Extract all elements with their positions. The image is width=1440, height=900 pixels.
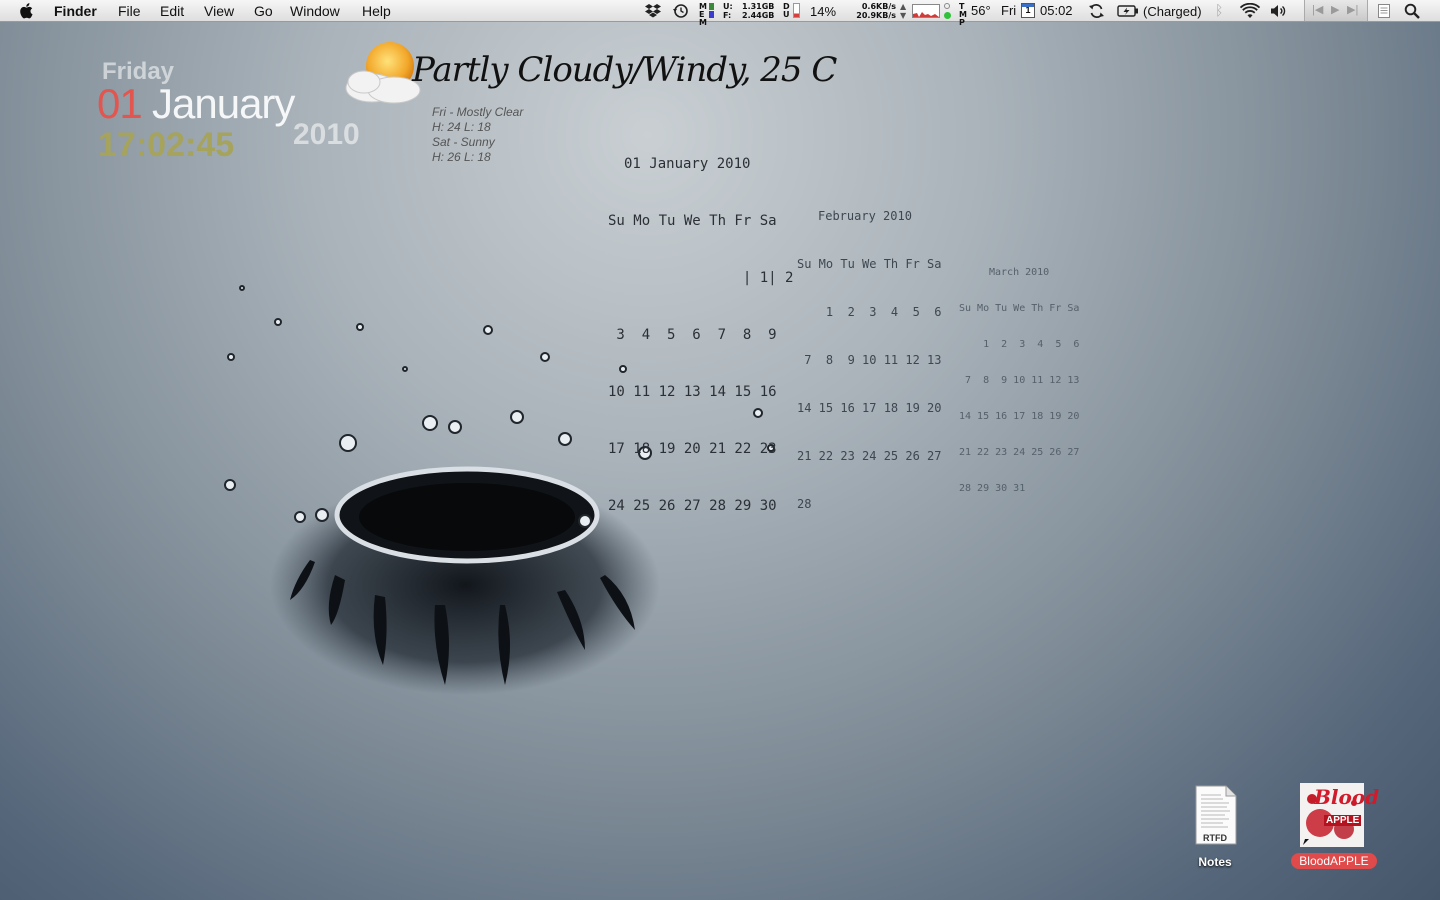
- memory-letters: M E M: [699, 2, 707, 27]
- bloodapple-art-subtitle: APPLE: [1324, 815, 1362, 826]
- calendar-week-row: 1 2 3 4 5 6: [797, 305, 942, 319]
- calendar-weekday-header: Su Mo Tu We Th Fr Sa: [959, 303, 1080, 314]
- calendar-week-row: 28 29 30 31: [959, 483, 1026, 494]
- desktop-icon-bloodapple[interactable]: Blood APPLE BloodAPPLE: [1284, 783, 1384, 873]
- calendar-week-row: 3 4 5 6 7 8 9: [608, 327, 777, 343]
- forecast-day-2-temps: H: 26 L: 18: [432, 150, 491, 164]
- memory-free-label: F:: [723, 11, 732, 20]
- calendar-week-row: 17 18 19 20 21 22 23: [608, 441, 777, 457]
- memory-used-label: U:: [723, 2, 733, 11]
- calendar-week-row: 21 22 23 24 25 26 27: [959, 447, 1080, 458]
- menu-help[interactable]: Help: [362, 3, 391, 19]
- calendar-icon-day: 1: [1025, 5, 1031, 15]
- calendar-week-row: 7 8 9 10 11 12 13: [959, 375, 1080, 386]
- calendar-week-row: 1 2 3 4 5 6: [959, 339, 1080, 350]
- calendar-march: March 2010 Su Mo Tu We Th Fr Sa 1 2 3 4 …: [959, 243, 1079, 507]
- bluetooth-icon[interactable]: ᛒ: [1215, 2, 1223, 18]
- notes-menu-icon[interactable]: [1378, 4, 1390, 18]
- calendar-title: March 2010: [989, 267, 1050, 278]
- calendar-week-row: 10 11 12 13 14 15 16: [608, 384, 777, 400]
- network-graph[interactable]: [912, 4, 940, 18]
- memory-free-value[interactable]: 2.44GB: [742, 12, 774, 20]
- date-widget-year: 2010: [293, 118, 360, 151]
- disk-usage-bar[interactable]: [793, 3, 800, 18]
- date-widget-day-number: 01: [97, 80, 143, 127]
- calendar-weekday-header: Su Mo Tu We Th Fr Sa: [608, 213, 777, 229]
- desktop-icon-label: Notes: [1198, 855, 1232, 869]
- memory-used-bar: [709, 3, 714, 10]
- forecast-day-2: Sat - Sunny: [432, 135, 495, 149]
- battery-icon[interactable]: [1117, 5, 1139, 17]
- menubar-day[interactable]: Fri: [1001, 3, 1016, 18]
- play-icon[interactable]: ▶: [1331, 3, 1339, 16]
- weather-condition: Partly Cloudy/Windy, 25 C: [412, 50, 837, 90]
- media-controls: |◀ ▶ ▶|: [1304, 0, 1368, 21]
- bloodapple-thumbnail: Blood APPLE: [1300, 783, 1379, 847]
- spotlight-icon[interactable]: [1404, 3, 1420, 19]
- cpu-usage[interactable]: 14%: [810, 4, 836, 19]
- desktop-icon-label: BloodAPPLE: [1291, 853, 1377, 869]
- dropbox-icon[interactable]: [645, 3, 661, 18]
- calendar-week-row: 14 15 16 17 18 19 20: [797, 401, 942, 415]
- menu-window[interactable]: Window: [290, 3, 340, 19]
- menu-file[interactable]: File: [118, 3, 141, 19]
- memory-free-bar: [709, 11, 714, 18]
- apple-icon[interactable]: [17, 2, 37, 20]
- volume-icon[interactable]: [1270, 4, 1288, 18]
- forecast-day-1-temps: H: 24 L: 18: [432, 120, 491, 134]
- rtfd-badge: RTFD: [1203, 833, 1227, 843]
- calendar-week-row: 28: [797, 497, 812, 511]
- menu-go[interactable]: Go: [254, 3, 273, 19]
- menu-edit[interactable]: Edit: [160, 3, 184, 19]
- status-dot-green: [944, 12, 951, 19]
- calendar-title: 01 January 2010: [624, 156, 751, 172]
- calendar-week-row: | 1| 2: [608, 270, 794, 286]
- calendar-week-row: 7 8 9 10 11 12 13: [797, 353, 942, 367]
- desktop-icon-label-wrap: Notes: [1165, 853, 1265, 871]
- network-up-arrow-icon: ▲: [900, 2, 907, 11]
- sync-icon[interactable]: [1088, 3, 1105, 19]
- calendar-weekday-header: Su Mo Tu We Th Fr Sa: [797, 257, 942, 271]
- calendar-january: 01 January 2010 Su Mo Tu We Th Fr Sa | 1…: [608, 117, 793, 535]
- time-machine-icon[interactable]: [672, 3, 689, 19]
- temperature-letters: T M P: [959, 2, 967, 27]
- app-menu-finder[interactable]: Finder: [54, 3, 97, 19]
- next-track-icon[interactable]: ▶|: [1347, 3, 1358, 16]
- network-down-arrow-icon: ▼: [900, 11, 907, 20]
- memory-used-value[interactable]: 1.31GB: [742, 3, 774, 11]
- bloodapple-art-title: Blood: [1314, 785, 1380, 809]
- battery-status[interactable]: (Charged): [1143, 4, 1202, 19]
- desktop-icon-notes[interactable]: RTFD Notes: [1165, 785, 1265, 875]
- previous-track-icon[interactable]: |◀: [1312, 3, 1323, 16]
- date-widget-clock: 17:02:45: [98, 126, 235, 164]
- calendar-title: February 2010: [818, 209, 912, 223]
- network-up-rate[interactable]: 0.6KB/s: [860, 3, 896, 11]
- calendar-week-row: 14 15 16 17 18 19 20: [959, 411, 1080, 422]
- desktop-icon-label-wrap: BloodAPPLE: [1284, 852, 1384, 870]
- status-dot-empty: [944, 3, 950, 9]
- menu-view[interactable]: View: [204, 3, 234, 19]
- network-down-rate[interactable]: 20.9KB/s: [855, 12, 896, 20]
- calendar-week-row: 21 22 23 24 25 26 27: [797, 449, 942, 463]
- menubar-clock[interactable]: 05:02: [1040, 3, 1073, 18]
- date-widget-month: January: [152, 80, 295, 127]
- calendar-february: February 2010 Su Mo Tu We Th Fr Sa 1 2 3…: [797, 176, 942, 528]
- forecast-day-1: Fri - Mostly Clear: [432, 105, 524, 119]
- wifi-icon[interactable]: [1240, 3, 1260, 19]
- calendar-icon[interactable]: 1: [1021, 3, 1035, 18]
- temperature-reading[interactable]: 56°: [971, 3, 991, 18]
- menu-bar: Finder File Edit View Go Window Help M E…: [0, 0, 1440, 27]
- disk-letters: D U: [783, 2, 790, 19]
- calendar-week-row: 24 25 26 27 28 29 30: [608, 498, 777, 514]
